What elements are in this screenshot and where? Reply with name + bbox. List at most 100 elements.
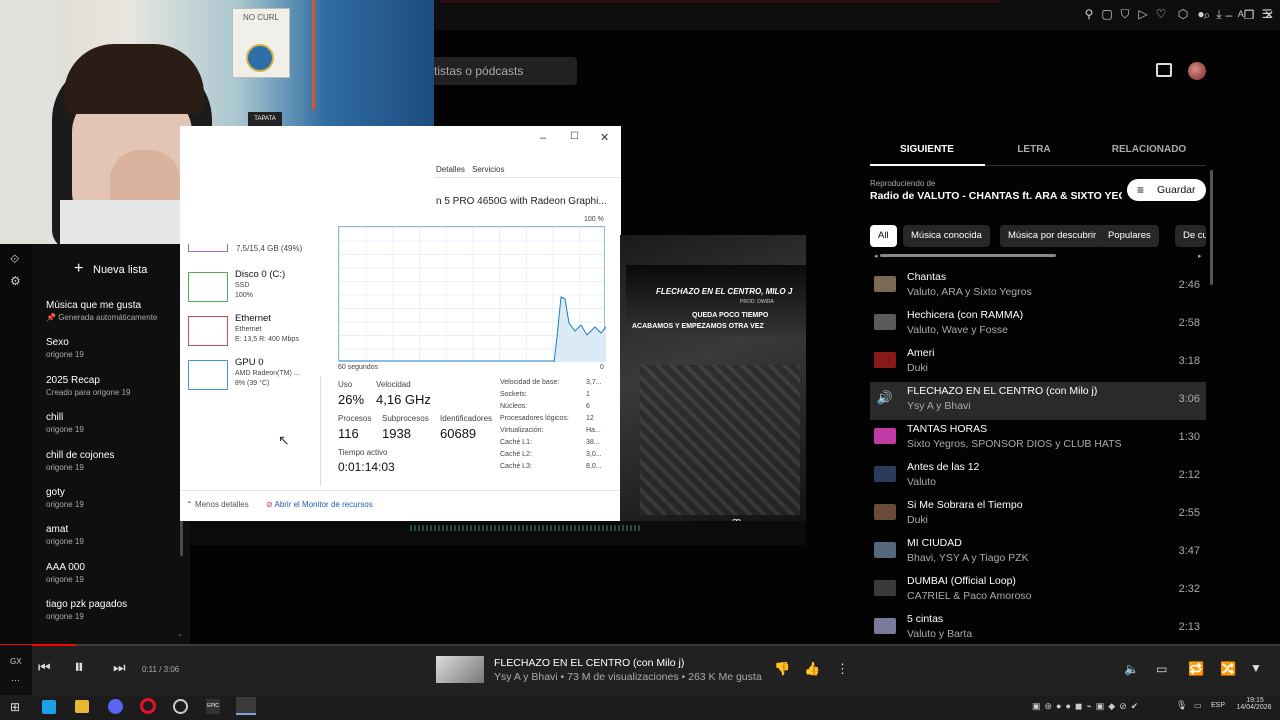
next-button[interactable]: ⏭ <box>113 659 126 676</box>
close-icon[interactable]: ✕ <box>1262 8 1276 22</box>
device-item[interactable]: Disco 0 (C:) SSD 100% <box>188 269 323 309</box>
album-art[interactable] <box>436 656 484 683</box>
mic-icon[interactable]: 🎙 <box>1176 700 1187 711</box>
queue-item[interactable]: Chantas Valuto, ARA y Sixto Yegros 2:46 <box>870 268 1206 306</box>
expand-player-icon[interactable]: ▼ <box>1250 661 1262 675</box>
discord-icon[interactable] <box>108 699 123 714</box>
dislike-icon[interactable]: 👎 <box>774 661 790 677</box>
tab-lyrics[interactable]: LETRA <box>979 144 1089 155</box>
epic-icon[interactable]: EPIC <box>206 699 220 714</box>
now-playing-title[interactable]: FLECHAZO EN EL CENTRO (con Milo j) <box>494 657 684 669</box>
search-input[interactable]: tistas o pódcasts <box>420 57 577 85</box>
playlist-title: goty <box>46 487 65 498</box>
device-item[interactable]: Ethernet Ethernet E: 13,5 R: 400 Mbps <box>188 313 323 353</box>
filter-chip[interactable]: Música conocida <box>903 225 990 247</box>
playlist-item[interactable]: goty origone 19 <box>46 487 186 509</box>
queue-item[interactable]: Si Me Sobrara el Tiempo Duki 2:55 <box>870 496 1206 534</box>
chips-right-arrow[interactable]: ▸ <box>1198 252 1202 260</box>
heart-icon[interactable]: ♡ <box>1154 7 1168 21</box>
window-controls: ⌕ – ❐ ✕ <box>1200 8 1280 24</box>
network-icon[interactable]: ▭ <box>1194 701 1202 710</box>
less-details-button[interactable]: ⌃ Menos detalles <box>186 500 249 509</box>
language-indicator[interactable]: ESP <box>1211 702 1225 709</box>
playlist-item[interactable]: AAA 000 origone 19 <box>46 562 186 584</box>
previous-button[interactable]: ⏮ <box>38 659 51 676</box>
open-resource-monitor-link[interactable]: ⊘ Abrir el Monitor de recursos <box>266 500 373 509</box>
opera-gx-icon[interactable] <box>140 698 156 714</box>
filter-chip[interactable]: All <box>870 225 897 247</box>
playlist-item[interactable]: Sexo origone 19 <box>46 337 186 359</box>
queue-item[interactable]: Hechicera (con RAMMA) Valuto, Wave y Foss… <box>870 306 1206 344</box>
playlist-item[interactable]: 2025 Recap Creado para origone 19 <box>46 375 186 397</box>
playlist-subtitle: 📌 Generada automáticamente <box>46 313 186 322</box>
shield-icon[interactable]: ⛉ <box>1118 7 1132 21</box>
tab-next[interactable]: SIGUIENTE <box>872 144 982 155</box>
new-playlist-button[interactable]: + Nueva lista <box>44 258 186 282</box>
volume-icon[interactable]: 🔈 <box>1124 662 1139 676</box>
steam-icon[interactable] <box>173 699 188 714</box>
tm-minimize-icon[interactable]: – <box>540 132 546 144</box>
tab-related[interactable]: RELACIONADO <box>1094 144 1204 155</box>
playlist-item[interactable]: tiago pzk pagados origone 19 <box>46 599 186 621</box>
explore-icon[interactable]: ⟐ <box>10 252 19 267</box>
scroll-down-icon[interactable]: ⌄ <box>177 630 183 638</box>
chips-scrollbar[interactable] <box>880 254 1056 257</box>
search-icon[interactable]: ⌕ <box>1200 8 1214 22</box>
queue-item[interactable]: 5 cintas Valuto y Barta 2:13 <box>870 610 1206 648</box>
more-dots-icon[interactable]: ⋯ <box>11 675 20 686</box>
minimize-icon[interactable]: – <box>1222 8 1236 22</box>
tab-details[interactable]: Detalles <box>436 165 465 174</box>
extensions-icon[interactable]: ⬡ <box>1176 7 1190 21</box>
folder-icon[interactable] <box>75 700 89 713</box>
system-tray[interactable]: ▣⊛●●◼⌁▣◆⊘✔ <box>1032 701 1172 713</box>
queue-scrollbar[interactable] <box>1210 170 1213 285</box>
tm-close-icon[interactable]: ✕ <box>600 131 609 144</box>
avatar[interactable] <box>1188 62 1206 80</box>
miniplayer-icon[interactable]: ▭ <box>1156 662 1167 676</box>
progress-track[interactable] <box>0 644 1280 646</box>
tab-services[interactable]: Servicios <box>472 165 504 174</box>
playlist-item[interactable]: amat origone 19 <box>46 524 186 546</box>
tm-maximize-icon[interactable]: ☐ <box>570 131 579 142</box>
settings-icon[interactable]: ⚙ <box>10 274 21 288</box>
filter-chip[interactable]: Música por descubrir <box>1000 225 1105 247</box>
device-graph-thumb <box>188 316 228 346</box>
chips-left-arrow[interactable]: ◂ <box>874 252 878 260</box>
store-icon[interactable] <box>42 700 56 714</box>
playlist-title: Música que me gusta <box>46 300 142 311</box>
cable <box>312 0 315 110</box>
restore-icon[interactable]: ❐ <box>1242 8 1256 22</box>
queue-item[interactable]: MI CIUDAD Bhavi, YSY A y Tiago PZK 3:47 <box>870 534 1206 572</box>
device-item[interactable]: GPU 0 AMD Radeon(TM) ... 8% (39 °C) <box>188 357 323 397</box>
queue-item[interactable]: DUMBAI (Official Loop) CA7RIEL & Paco Amo… <box>870 572 1206 610</box>
square-icon[interactable]: ▢ <box>1100 7 1114 21</box>
shuffle-icon[interactable]: 🔀 <box>1220 661 1236 677</box>
device-line1: Ethernet <box>235 326 262 333</box>
start-icon[interactable]: ⊞ <box>10 700 20 714</box>
like-icon[interactable]: 👍 <box>804 661 820 677</box>
queue-item[interactable]: TANTAS HORAS Sixto Yegros, SPONSOR DIOS y… <box>870 420 1206 458</box>
queue-item[interactable]: Antes de las 12 Valuto 2:12 <box>870 458 1206 496</box>
repeat-icon[interactable]: 🔁 <box>1188 661 1204 677</box>
task-manager-taskbar-icon[interactable] <box>236 697 256 715</box>
cast-icon[interactable] <box>1156 63 1172 77</box>
queue-item[interactable]: 🔊 FLECHAZO EN EL CENTRO (con Milo j) Ysy A… <box>870 382 1206 420</box>
resource-monitor-icon: ⊘ <box>266 500 273 509</box>
queue-item[interactable]: Ameri Duki 3:18 <box>870 344 1206 382</box>
playlist-subtitle: origone 19 <box>46 537 186 546</box>
play-icon[interactable]: ▷ <box>1136 7 1150 21</box>
playlist-item[interactable]: chill de cojones origone 19 <box>46 450 186 472</box>
filter-chip[interactable]: De cu <box>1175 225 1206 247</box>
playlist-item[interactable]: Música que me gusta 📌 Generada automática… <box>46 300 186 322</box>
playlist-title: chill de cojones <box>46 449 115 461</box>
more-options-icon[interactable]: ⋮ <box>836 661 849 677</box>
playlist-item[interactable]: chill origone 19 <box>46 412 186 434</box>
pause-button[interactable]: ⏸ <box>74 656 84 679</box>
save-button[interactable]: ≡ Guardar <box>1127 179 1206 201</box>
pin-icon[interactable]: ⚲ <box>1082 7 1096 21</box>
video-player[interactable]: FLECHAZO EN EL CENTRO, MILO J PROD. DWIR… <box>620 235 806 545</box>
spec-row: Velocidad de base: 3,7... <box>500 379 620 391</box>
filter-chip[interactable]: Populares <box>1100 225 1159 247</box>
track-duration: 3:47 <box>1178 545 1200 557</box>
clock[interactable]: 19:15 14/04/2026 <box>1236 697 1271 711</box>
